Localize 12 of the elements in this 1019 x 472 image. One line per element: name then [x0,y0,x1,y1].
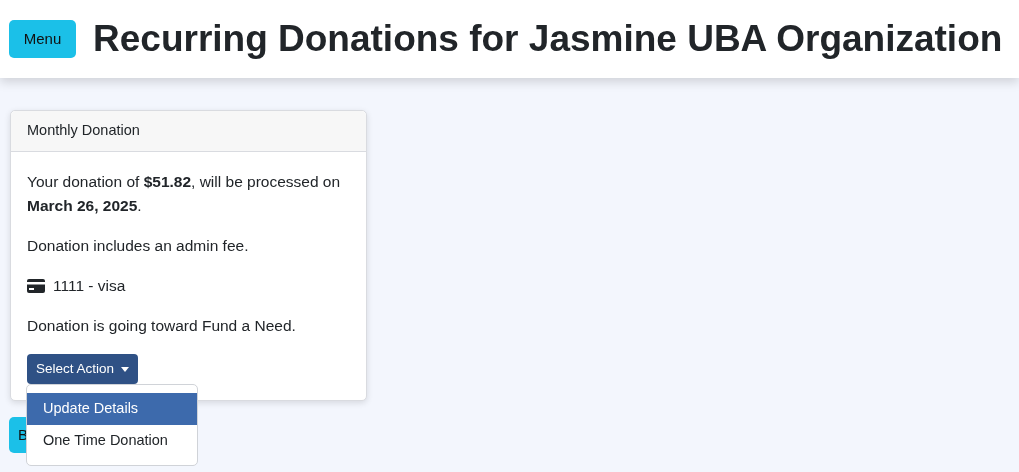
page-title: Recurring Donations for Jasmine UBA Organization [93,17,1003,62]
select-action-button[interactable]: Select Action [27,354,139,384]
caret-icon [121,366,130,372]
menu-button[interactable]: Menu [9,20,76,58]
donation-summary: Your donation of $51.82, will be processed on March 26, 2025. [27,172,342,216]
fund-note: Donation is going toward Fund a Need. [27,316,297,336]
card-title: Monthly Donation [27,121,140,141]
credit-card-icon [27,279,45,293]
menu-item[interactable]: Update Details [27,393,197,425]
fee-note: Donation includes an admin fee. [27,236,250,256]
payment-method: 1111 - visa [53,276,126,296]
menu-item[interactable]: One Time Donation [27,425,197,457]
